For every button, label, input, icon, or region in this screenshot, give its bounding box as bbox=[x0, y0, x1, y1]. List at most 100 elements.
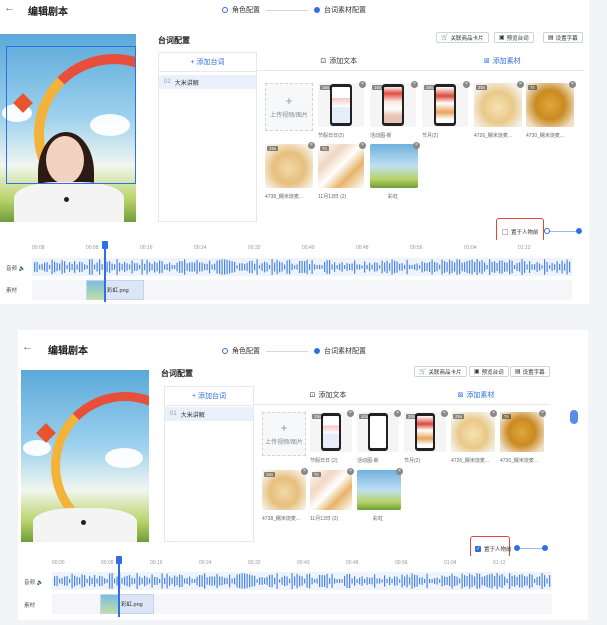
material-item[interactable]: 20s × 节月(2) bbox=[422, 81, 470, 139]
playhead-handle[interactable] bbox=[102, 241, 108, 249]
waveform-bar bbox=[114, 578, 116, 584]
subtitle-settings-button[interactable]: ▤ 设置字幕 bbox=[510, 366, 550, 377]
waveform-bar bbox=[429, 261, 431, 273]
subtitle-settings-button[interactable]: ▤ 设置字幕 bbox=[543, 32, 583, 43]
upload-video-image-button[interactable]: + 上传视频/图片 bbox=[265, 83, 313, 131]
remove-icon[interactable]: × bbox=[396, 468, 403, 475]
remove-icon[interactable]: × bbox=[490, 410, 497, 417]
remove-icon[interactable]: × bbox=[539, 410, 546, 417]
material-item[interactable]: 15s × 节假日日 (2) bbox=[310, 410, 354, 464]
back-arrow-icon[interactable]: ← bbox=[22, 341, 33, 353]
waveform-bar bbox=[399, 263, 401, 271]
material-item[interactable]: 10s × 活动图-新 bbox=[357, 410, 401, 464]
scroll-indicator[interactable] bbox=[570, 410, 578, 424]
step-circle-icon bbox=[222, 348, 228, 354]
waveform-bar bbox=[56, 262, 58, 272]
waveform-bar bbox=[394, 260, 396, 274]
step-role-config[interactable]: 角色配置 bbox=[222, 346, 260, 356]
checkbox-checked-icon[interactable]: ✓ bbox=[475, 546, 481, 552]
add-line-button[interactable]: + 添加台词 bbox=[165, 387, 253, 406]
remove-icon[interactable]: × bbox=[308, 142, 315, 149]
material-item[interactable]: × 彩虹 bbox=[357, 468, 403, 522]
waveform-bar bbox=[241, 263, 243, 271]
video-preview[interactable] bbox=[0, 34, 136, 222]
preview-lines-button[interactable]: ▣ 预览台词 bbox=[469, 366, 509, 377]
sidebar-item-rice-intro[interactable]: 01 大米讲解 bbox=[159, 75, 256, 89]
add-line-button[interactable]: + 添加台词 bbox=[159, 53, 256, 72]
audio-waveform[interactable] bbox=[32, 258, 572, 276]
waveform-bar bbox=[224, 259, 226, 275]
material-clip[interactable]: 彩虹.png bbox=[100, 594, 154, 614]
remove-icon[interactable]: × bbox=[413, 142, 420, 149]
material-item[interactable]: 7s × 4730_糯米烧麦... bbox=[526, 81, 576, 139]
material-item[interactable]: 15s × 4738_糯米烧麦... bbox=[262, 468, 308, 522]
remove-icon[interactable]: × bbox=[301, 468, 308, 475]
back-arrow-icon[interactable]: ← bbox=[4, 2, 15, 14]
zoom-in-icon[interactable] bbox=[542, 545, 548, 551]
waveform-bar bbox=[564, 263, 566, 271]
remove-icon[interactable]: × bbox=[441, 410, 448, 417]
material-clip[interactable]: 彩虹.png bbox=[86, 280, 144, 300]
waveform-bar bbox=[129, 575, 131, 587]
material-item[interactable]: 25s × 4726_糯米烧麦... bbox=[474, 81, 524, 139]
screen bbox=[323, 416, 339, 448]
sidebar-item-rice-intro[interactable]: 01 大米讲解 bbox=[165, 407, 253, 421]
remove-icon[interactable]: × bbox=[517, 81, 524, 88]
material-item[interactable]: × 彩虹 bbox=[370, 142, 420, 200]
remove-icon[interactable]: × bbox=[347, 410, 354, 417]
material-item[interactable]: 7s × 4730_糯米烧麦... bbox=[500, 410, 546, 464]
step-line-material-config[interactable]: 台词素材配置 bbox=[314, 346, 366, 356]
slider-handle[interactable] bbox=[544, 228, 550, 234]
material-track-label: 素材 bbox=[6, 288, 18, 294]
waveform-bar bbox=[231, 578, 233, 584]
material-item[interactable]: 25s × 4726_糯米烧麦... bbox=[451, 410, 497, 464]
waveform-bar bbox=[546, 262, 548, 272]
material-item[interactable]: 10s × 活动图-新 bbox=[370, 81, 418, 139]
playhead[interactable] bbox=[116, 556, 122, 617]
tab-add-text[interactable]: ⊡ 添加文本 bbox=[254, 386, 402, 404]
drag-handle-icon[interactable]: 01 bbox=[164, 79, 171, 85]
material-item[interactable]: 15s × 节假日日(2) bbox=[318, 81, 366, 139]
time-ruler: 00:00 00:08 00:16 00:24 00:32 00:40 00:4… bbox=[18, 560, 558, 570]
front-of-person-checkbox[interactable]: ✓ 置于人物前 bbox=[475, 545, 512, 553]
material-item[interactable]: 15s × 4738_糯米烧麦... bbox=[265, 142, 315, 200]
link-product-card-button[interactable]: 🛒 关联商品卡片 bbox=[436, 32, 489, 43]
checkbox-icon[interactable] bbox=[502, 229, 508, 235]
material-item[interactable]: 7s × 11月13日 (2) bbox=[310, 468, 354, 522]
audio-waveform[interactable] bbox=[52, 572, 552, 590]
video-preview[interactable] bbox=[21, 370, 149, 542]
tab-add-material[interactable]: ⊠ 添加素材 bbox=[421, 52, 585, 70]
front-of-person-checkbox[interactable]: 置于人物前 bbox=[502, 228, 539, 236]
remove-icon[interactable]: × bbox=[347, 468, 354, 475]
slider-handle[interactable] bbox=[514, 545, 520, 551]
tab-add-text[interactable]: ⊡ 添加文本 bbox=[257, 52, 421, 70]
waveform-bar bbox=[316, 265, 318, 269]
remove-icon[interactable]: × bbox=[394, 410, 401, 417]
tab-add-material[interactable]: ⊠ 添加素材 bbox=[402, 386, 550, 404]
selection-box[interactable] bbox=[6, 46, 136, 184]
material-item[interactable]: 7s × 11月13日 (2) bbox=[318, 142, 366, 200]
remove-icon[interactable]: × bbox=[359, 142, 366, 149]
remove-icon[interactable]: × bbox=[411, 81, 418, 88]
waveform-bar bbox=[206, 577, 208, 585]
playhead-handle[interactable] bbox=[116, 556, 122, 564]
link-product-card-button[interactable]: 🛒 关联商品卡片 bbox=[414, 366, 467, 377]
material-item[interactable]: 20s × 节月(2) bbox=[404, 410, 448, 464]
speaker-icon[interactable]: 🔈 bbox=[37, 580, 44, 586]
preview-lines-button[interactable]: ▣ 预览台词 bbox=[494, 32, 534, 43]
playhead[interactable] bbox=[102, 241, 108, 302]
speaker-icon[interactable]: 🔈 bbox=[19, 266, 26, 272]
drag-handle-icon[interactable]: 01 bbox=[170, 411, 177, 417]
remove-icon[interactable]: × bbox=[569, 81, 576, 88]
remove-icon[interactable]: × bbox=[463, 81, 470, 88]
upload-video-image-button[interactable]: + 上传视频/图片 bbox=[262, 412, 306, 456]
waveform-graphic bbox=[34, 259, 571, 275]
zoom-in-icon[interactable] bbox=[576, 228, 582, 234]
remove-icon[interactable]: × bbox=[359, 81, 366, 88]
waveform-bar bbox=[134, 578, 136, 584]
waveform-bar bbox=[459, 259, 461, 275]
step-line-material-config[interactable]: 台词素材配置 bbox=[314, 5, 366, 15]
step-role-config[interactable]: 角色配置 bbox=[222, 5, 260, 15]
waveform-bar bbox=[534, 579, 536, 583]
waveform-bar bbox=[79, 261, 81, 273]
